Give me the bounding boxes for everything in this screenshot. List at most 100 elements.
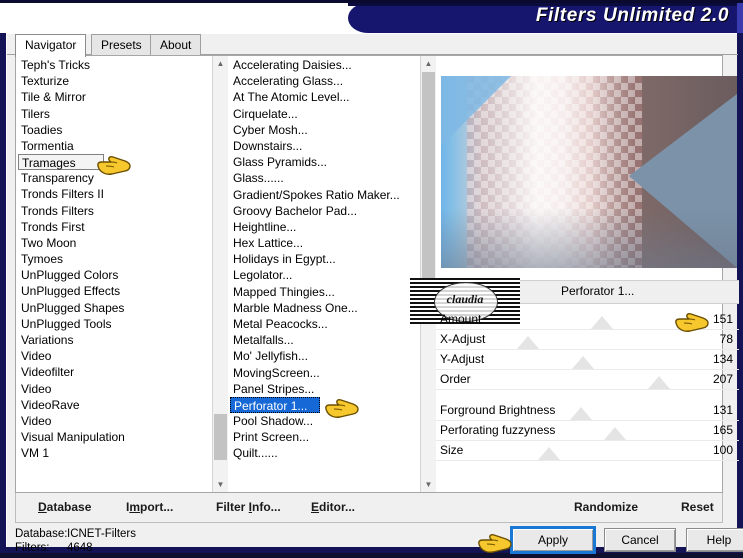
apply-button[interactable]: Apply <box>510 526 596 554</box>
scroll-down-icon[interactable]: ▼ <box>421 477 436 492</box>
category-item[interactable]: Tormentia <box>16 138 212 154</box>
filter-effect-list[interactable]: Accelerating Daisies... Accelerating Glas… <box>228 56 420 492</box>
category-item[interactable]: Tronds Filters <box>16 203 212 219</box>
filter-item[interactable]: Heightline... <box>228 219 420 235</box>
slider-row[interactable]: Size 100 <box>436 441 739 461</box>
filter-category-list[interactable]: Teph's Tricks Texturize Tile & Mirror Tiler… <box>16 56 212 492</box>
filter-item[interactable]: Legolator... <box>228 267 420 283</box>
filter-item[interactable]: Pool Shadow... <box>228 413 420 429</box>
slider-handle[interactable] <box>538 447 561 460</box>
filter-item[interactable]: At The Atomic Level... <box>228 89 420 105</box>
slider-label: Size <box>440 443 464 457</box>
category-item[interactable]: Two Moon <box>16 235 212 251</box>
category-list-scrollbar[interactable]: ▲ ▼ <box>212 56 228 492</box>
category-item[interactable]: Transparency <box>16 170 212 186</box>
category-item[interactable]: UnPlugged Effects <box>16 283 212 299</box>
slider-row[interactable]: X-Adjust 78 <box>436 330 739 350</box>
filter-item[interactable]: Downstairs... <box>228 138 420 154</box>
editor-link[interactable]: Editor... <box>311 500 355 514</box>
filter-item[interactable]: Quilt...... <box>228 445 420 461</box>
filter-item-label: Accelerating Daisies... <box>233 58 352 72</box>
filter-item[interactable]: Marble Madness One... <box>228 300 420 316</box>
database-link[interactable]: Database <box>38 500 91 514</box>
tab-about[interactable]: About <box>150 34 202 55</box>
filter-preview[interactable] <box>441 76 737 268</box>
filter-item[interactable]: Cyber Mosh... <box>228 122 420 138</box>
help-button[interactable]: Help <box>686 528 743 552</box>
category-item[interactable]: Tramages <box>18 154 104 171</box>
reset-link[interactable]: Reset <box>681 500 714 514</box>
slider-handle[interactable] <box>590 316 613 329</box>
slider-row[interactable]: Order 207 <box>436 370 739 390</box>
filter-item[interactable]: Accelerating Daisies... <box>228 57 420 73</box>
filter-info-link[interactable]: Filter Info... <box>216 500 281 514</box>
category-item[interactable]: VM 1 <box>16 445 212 461</box>
category-item[interactable]: Video <box>16 413 212 429</box>
slider-handle[interactable] <box>603 427 626 440</box>
filter-item[interactable]: Print Screen... <box>228 429 420 445</box>
category-item[interactable]: Visual Manipulation <box>16 429 212 445</box>
slider-handle[interactable] <box>517 336 540 349</box>
slider-group-divider <box>436 390 739 401</box>
import-link[interactable]: Import... <box>126 500 173 514</box>
banner-right-edge <box>737 3 743 33</box>
category-item[interactable]: Tile & Mirror <box>16 89 212 105</box>
category-item[interactable]: Video <box>16 348 212 364</box>
slider-value: 134 <box>712 352 733 366</box>
slider-row[interactable]: Forground Brightness 131 <box>436 401 739 421</box>
category-item-label: Tilers <box>21 106 50 121</box>
cancel-button[interactable]: Cancel <box>604 528 676 552</box>
filter-item[interactable]: MovingScreen... <box>228 365 420 381</box>
category-item[interactable]: Video <box>16 381 212 397</box>
slider-row[interactable]: Amount 151 <box>436 310 739 330</box>
scroll-up-icon[interactable]: ▲ <box>213 56 228 71</box>
filter-item-label: Pool Shadow... <box>233 413 314 428</box>
filter-item[interactable]: Holidays in Egypt... <box>228 251 420 267</box>
filter-item[interactable]: Gradient/Spokes Ratio Maker... <box>228 187 420 203</box>
filter-list-scrollbar[interactable]: ▲ ▼ <box>420 56 436 492</box>
category-item[interactable]: Variations <box>16 332 212 348</box>
category-item[interactable]: Tronds Filters II <box>16 186 212 202</box>
category-item[interactable]: VideoRave <box>16 397 212 413</box>
category-item[interactable]: Texturize <box>16 73 212 89</box>
filter-item[interactable]: Metal Peacocks... <box>228 316 420 332</box>
tab-presets[interactable]: Presets <box>91 34 152 55</box>
filter-item-label: Downstairs... <box>233 138 303 153</box>
filter-item[interactable]: Perforator 1... <box>230 396 320 413</box>
tab-navigator[interactable]: Navigator <box>15 34 87 57</box>
filter-item[interactable]: Cirquelate... <box>228 106 420 122</box>
category-item[interactable]: UnPlugged Shapes <box>16 300 212 316</box>
slider-value: 100 <box>712 443 733 457</box>
scroll-up-icon[interactable]: ▲ <box>421 56 436 71</box>
scroll-down-icon[interactable]: ▼ <box>213 477 228 492</box>
slider-row[interactable]: Perforating fuzzyness 165 <box>436 421 739 441</box>
category-item[interactable]: Tronds First <box>16 219 212 235</box>
category-item[interactable]: Teph's Tricks <box>16 57 212 73</box>
category-item[interactable]: UnPlugged Tools <box>16 316 212 332</box>
scrollbar-thumb[interactable] <box>214 414 227 460</box>
slider-row[interactable]: Y-Adjust 134 <box>436 350 739 370</box>
slider-handle[interactable] <box>648 376 671 389</box>
filter-item[interactable]: Groovy Bachelor Pad... <box>228 203 420 219</box>
slider-handle[interactable] <box>572 356 595 369</box>
slider-value: 151 <box>712 312 733 326</box>
slider-handle[interactable] <box>569 407 592 420</box>
filter-item[interactable]: Accelerating Glass... <box>228 73 420 89</box>
filter-item[interactable]: Panel Stripes... <box>228 381 420 397</box>
category-item[interactable]: Videofilter <box>16 364 212 380</box>
filter-item[interactable]: Mo' Jellyfish... <box>228 348 420 364</box>
hand-cursor-icon <box>477 530 513 555</box>
category-item[interactable]: UnPlugged Colors <box>16 267 212 283</box>
category-item[interactable]: Tilers <box>16 106 212 122</box>
randomize-link[interactable]: Randomize <box>574 500 638 514</box>
filter-item[interactable]: Hex Lattice... <box>228 235 420 251</box>
slider-label: Forground Brightness <box>440 403 556 417</box>
filter-item[interactable]: Glass Pyramids... <box>228 154 420 170</box>
status-bar: Database: ICNET-Filters Filters: 4648 Ap… <box>15 526 743 558</box>
filter-item[interactable]: Metalfalls... <box>228 332 420 348</box>
category-item[interactable]: Tymoes <box>16 251 212 267</box>
category-item[interactable]: Toadies <box>16 122 212 138</box>
status-filters-value: 4648 <box>67 542 93 554</box>
filter-item[interactable]: Glass...... <box>228 170 420 186</box>
filter-item[interactable]: Mapped Thingies... <box>228 284 420 300</box>
